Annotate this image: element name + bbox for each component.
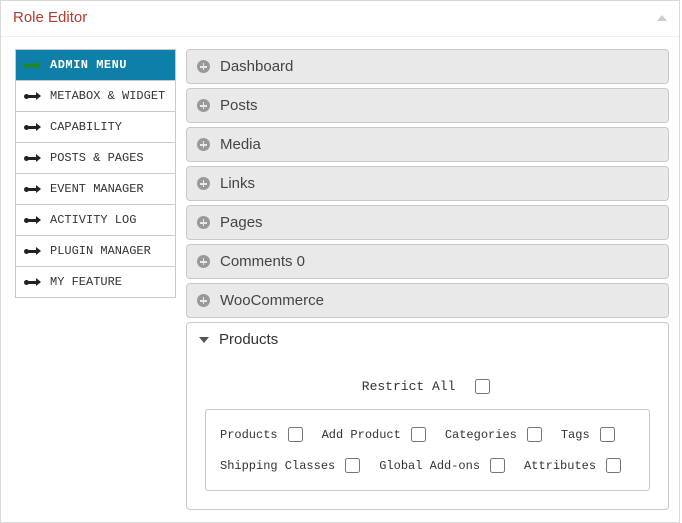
accordion: Dashboard Posts Media Links Pages Commen… xyxy=(186,49,669,510)
accordion-item-label: Comments 0 xyxy=(220,253,305,270)
permission-add-product-checkbox[interactable] xyxy=(411,427,426,442)
permission-products-checkbox[interactable] xyxy=(288,427,303,442)
accordion-item-label: Media xyxy=(220,136,261,153)
accordion-item-label: Dashboard xyxy=(220,58,293,75)
permission-global-addons-checkbox[interactable] xyxy=(490,458,505,473)
sidebar-item-plugin-manager[interactable]: PLUGIN MANAGER xyxy=(16,236,175,267)
arrow-right-icon xyxy=(24,152,42,164)
permission-shipping-classes-checkbox[interactable] xyxy=(345,458,360,473)
accordion-item-dashboard[interactable]: Dashboard xyxy=(186,49,669,84)
arrow-right-icon xyxy=(24,121,42,133)
accordion-item-label: Pages xyxy=(220,214,263,231)
accordion-item-products-header[interactable]: Products xyxy=(187,323,668,356)
permission-label: Shipping Classes xyxy=(220,459,335,473)
permission-attributes: Attributes xyxy=(524,455,624,476)
arrow-right-icon xyxy=(24,90,42,102)
expand-icon xyxy=(197,99,210,112)
sidebar-item-capability[interactable]: CAPABILITY xyxy=(16,112,175,143)
expand-icon xyxy=(197,294,210,307)
arrow-right-icon xyxy=(24,59,42,71)
sidebar-item-label: METABOX & WIDGET xyxy=(50,88,165,104)
sidebar-item-label: ADMIN MENU xyxy=(50,57,127,73)
page-title: Role Editor xyxy=(13,9,87,26)
expand-icon xyxy=(197,138,210,151)
permission-categories-checkbox[interactable] xyxy=(527,427,542,442)
permission-label: Global Add-ons xyxy=(379,459,480,473)
permission-global-addons: Global Add-ons xyxy=(379,455,508,476)
arrow-right-icon xyxy=(24,183,42,195)
permission-label: Attributes xyxy=(524,459,596,473)
permission-attributes-checkbox[interactable] xyxy=(606,458,621,473)
sidebar-item-posts-pages[interactable]: POSTS & PAGES xyxy=(16,143,175,174)
permission-label: Tags xyxy=(561,428,590,442)
accordion-item-products: Products Restrict All Products xyxy=(186,322,669,510)
collapse-caret-icon[interactable] xyxy=(657,15,667,21)
sidebar-item-metabox-widget[interactable]: METABOX & WIDGET xyxy=(16,81,175,112)
sidebar-item-label: PLUGIN MANAGER xyxy=(50,243,151,259)
arrow-right-icon xyxy=(24,245,42,257)
accordion-item-posts[interactable]: Posts xyxy=(186,88,669,123)
sidebar-item-my-feature[interactable]: MY FEATURE xyxy=(16,267,175,298)
collapse-icon xyxy=(199,337,209,343)
permission-label: Add Product xyxy=(322,428,401,442)
arrow-right-icon xyxy=(24,214,42,226)
accordion-item-label: Products xyxy=(219,331,278,348)
accordion-item-woocommerce[interactable]: WooCommerce xyxy=(186,283,669,318)
expand-icon xyxy=(197,60,210,73)
permission-shipping-classes: Shipping Classes xyxy=(220,455,363,476)
permission-categories: Categories xyxy=(445,424,545,445)
accordion-item-links[interactable]: Links xyxy=(186,166,669,201)
accordion-item-comments[interactable]: Comments 0 xyxy=(186,244,669,279)
sidebar-item-label: MY FEATURE xyxy=(50,274,122,290)
accordion-item-label: Posts xyxy=(220,97,258,114)
permission-add-product: Add Product xyxy=(322,424,429,445)
sidebar: ADMIN MENU METABOX & WIDGET CAPABILITY P… xyxy=(15,49,176,298)
restrict-all-row: Restrict All xyxy=(205,370,650,409)
restrict-all-label: Restrict All xyxy=(362,379,456,394)
permission-label: Categories xyxy=(445,428,517,442)
accordion-item-products-body: Restrict All Products Add Product xyxy=(187,356,668,509)
sidebar-item-label: POSTS & PAGES xyxy=(50,150,144,166)
sidebar-item-label: ACTIVITY LOG xyxy=(50,212,136,228)
expand-icon xyxy=(197,216,210,229)
panel-header: Role Editor xyxy=(1,1,679,37)
permission-products: Products xyxy=(220,424,306,445)
expand-icon xyxy=(197,255,210,268)
sidebar-item-event-manager[interactable]: EVENT MANAGER xyxy=(16,174,175,205)
sidebar-item-label: EVENT MANAGER xyxy=(50,181,144,197)
restrict-all-checkbox[interactable] xyxy=(475,379,490,394)
sidebar-item-admin-menu[interactable]: ADMIN MENU xyxy=(16,50,175,81)
sidebar-item-activity-log[interactable]: ACTIVITY LOG xyxy=(16,205,175,236)
role-editor-panel: Role Editor ADMIN MENU METABOX & WIDGET … xyxy=(0,0,680,523)
expand-icon xyxy=(197,177,210,190)
permission-tags-checkbox[interactable] xyxy=(600,427,615,442)
permission-tags: Tags xyxy=(561,424,618,445)
permissions-box: Products Add Product Categories xyxy=(205,409,650,491)
sidebar-item-label: CAPABILITY xyxy=(50,119,122,135)
permission-label: Products xyxy=(220,428,278,442)
accordion-item-label: Links xyxy=(220,175,255,192)
accordion-item-pages[interactable]: Pages xyxy=(186,205,669,240)
accordion-item-media[interactable]: Media xyxy=(186,127,669,162)
accordion-item-label: WooCommerce xyxy=(220,292,324,309)
arrow-right-icon xyxy=(24,276,42,288)
